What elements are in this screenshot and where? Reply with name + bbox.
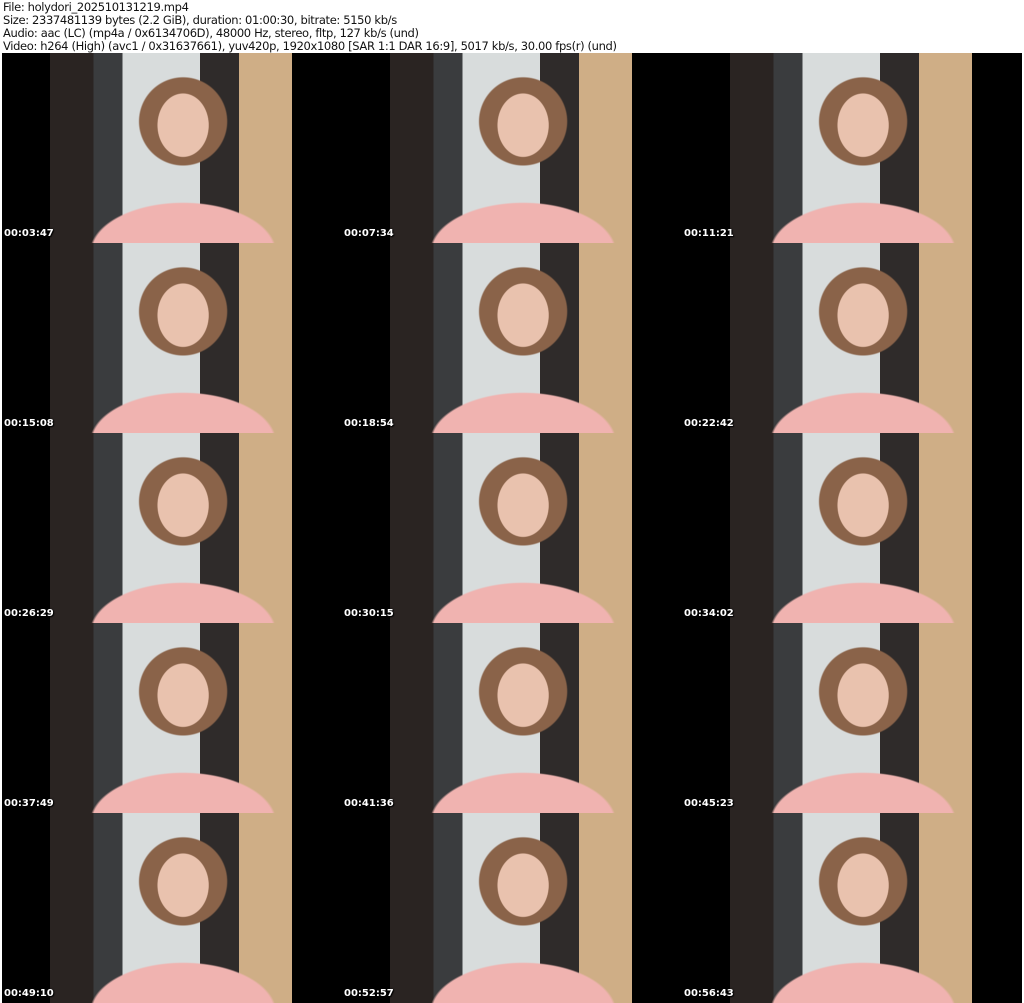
timestamp: 00:15:08 <box>4 418 54 429</box>
thumbnail-grid: 00:03:47 00:07:34 00:11:21 00:15:08 00:18:54… <box>2 53 1022 1003</box>
timestamp: 00:03:47 <box>4 228 54 239</box>
video-frame-image <box>390 53 632 243</box>
video-frame-image <box>50 623 292 813</box>
video-frame-image <box>730 243 972 433</box>
timestamp: 00:52:57 <box>344 988 394 999</box>
video-frame-image <box>730 623 972 813</box>
thumbnail: 00:34:02 <box>682 433 1022 623</box>
timestamp: 00:34:02 <box>684 608 734 619</box>
timestamp: 00:41:36 <box>344 798 394 809</box>
thumbnail: 00:26:29 <box>2 433 342 623</box>
thumbnail: 00:03:47 <box>2 53 342 243</box>
video-info: Video: h264 (High) (avc1 / 0x31637661), … <box>3 39 617 53</box>
thumbnail: 00:49:10 <box>2 813 342 1003</box>
video-frame-image <box>730 813 972 1003</box>
timestamp: 00:45:23 <box>684 798 734 809</box>
video-frame-image <box>50 433 292 623</box>
timestamp: 00:18:54 <box>344 418 394 429</box>
file-info-header: File: holydori_202510131219.mp4 Size: 23… <box>3 1 617 53</box>
video-frame-image <box>50 243 292 433</box>
timestamp: 00:30:15 <box>344 608 394 619</box>
thumbnail: 00:18:54 <box>342 243 682 433</box>
thumbnail: 00:22:42 <box>682 243 1022 433</box>
video-frame-image <box>390 243 632 433</box>
thumbnail: 00:15:08 <box>2 243 342 433</box>
thumbnail: 00:30:15 <box>342 433 682 623</box>
timestamp: 00:26:29 <box>4 608 54 619</box>
thumbnail: 00:11:21 <box>682 53 1022 243</box>
timestamp: 00:56:43 <box>684 988 734 999</box>
video-frame-image <box>50 813 292 1003</box>
video-frame-image <box>390 433 632 623</box>
thumbnail: 00:41:36 <box>342 623 682 813</box>
thumbnail: 00:52:57 <box>342 813 682 1003</box>
thumbnail: 00:56:43 <box>682 813 1022 1003</box>
timestamp: 00:11:21 <box>684 228 734 239</box>
timestamp: 00:49:10 <box>4 988 54 999</box>
video-frame-image <box>730 433 972 623</box>
video-frame-image <box>390 623 632 813</box>
timestamp: 00:22:42 <box>684 418 734 429</box>
thumbnail: 00:37:49 <box>2 623 342 813</box>
thumbnail: 00:07:34 <box>342 53 682 243</box>
timestamp: 00:07:34 <box>344 228 394 239</box>
thumbnail: 00:45:23 <box>682 623 1022 813</box>
video-frame-image <box>50 53 292 243</box>
video-frame-image <box>390 813 632 1003</box>
timestamp: 00:37:49 <box>4 798 54 809</box>
video-frame-image <box>730 53 972 243</box>
